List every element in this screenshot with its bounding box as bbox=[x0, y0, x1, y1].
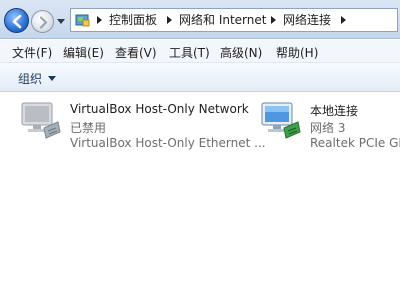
menu-help[interactable]: 帮助(H) bbox=[276, 44, 318, 61]
organize-label: 组织 bbox=[18, 72, 43, 86]
recent-pages-dropdown-icon[interactable] bbox=[57, 17, 65, 25]
connection-device: VirtualBox Host-Only Ethernet ... bbox=[70, 136, 266, 150]
breadcrumb-separator-icon[interactable] bbox=[97, 16, 102, 24]
control-panel-icon bbox=[75, 14, 90, 27]
menu-tools[interactable]: 工具(T) bbox=[169, 44, 210, 61]
breadcrumb-network-internet[interactable]: 网络和 Internet bbox=[179, 12, 266, 28]
menu-advanced[interactable]: 高级(N) bbox=[220, 44, 262, 61]
network-adapter-disabled-icon bbox=[21, 102, 61, 139]
breadcrumb-separator-icon[interactable] bbox=[271, 16, 276, 24]
connection-item-local[interactable]: 本地连接 网络 3 Realtek PCIe GB bbox=[258, 96, 400, 160]
connections-list: VirtualBox Host-Only Network 已禁用 Virtual… bbox=[0, 92, 400, 300]
command-bar: 组织 bbox=[0, 63, 400, 92]
connection-status: 网络 3 bbox=[310, 121, 346, 135]
address-toolbar: 控制面板 网络和 Internet 网络连接 bbox=[0, 0, 400, 39]
breadcrumb-separator-icon[interactable] bbox=[341, 16, 346, 24]
menu-view[interactable]: 查看(V) bbox=[115, 44, 157, 61]
connection-name: 本地连接 bbox=[310, 104, 359, 118]
arrow-left-icon bbox=[12, 14, 22, 29]
menu-bar: 文件(F) 编辑(E) 查看(V) 工具(T) 高级(N) 帮助(H) bbox=[0, 40, 400, 63]
connection-name: VirtualBox Host-Only Network bbox=[70, 102, 249, 116]
breadcrumb-control-panel[interactable]: 控制面板 bbox=[109, 12, 157, 28]
forward-button[interactable] bbox=[31, 10, 54, 33]
organize-button[interactable]: 组织 bbox=[18, 70, 57, 87]
network-adapter-icon bbox=[261, 102, 301, 139]
back-button[interactable] bbox=[4, 8, 29, 33]
address-box[interactable]: 控制面板 网络和 Internet 网络连接 bbox=[70, 8, 398, 32]
breadcrumb-separator-icon[interactable] bbox=[167, 16, 172, 24]
menu-edit[interactable]: 编辑(E) bbox=[63, 44, 104, 61]
chevron-down-icon bbox=[48, 76, 57, 81]
arrow-right-icon bbox=[39, 16, 48, 29]
connection-device: Realtek PCIe GB bbox=[310, 136, 400, 150]
connection-status: 已禁用 bbox=[70, 121, 107, 135]
breadcrumb-network-connections[interactable]: 网络连接 bbox=[283, 12, 331, 28]
connection-item-virtualbox[interactable]: VirtualBox Host-Only Network 已禁用 Virtual… bbox=[18, 96, 266, 160]
menu-file[interactable]: 文件(F) bbox=[12, 44, 52, 61]
